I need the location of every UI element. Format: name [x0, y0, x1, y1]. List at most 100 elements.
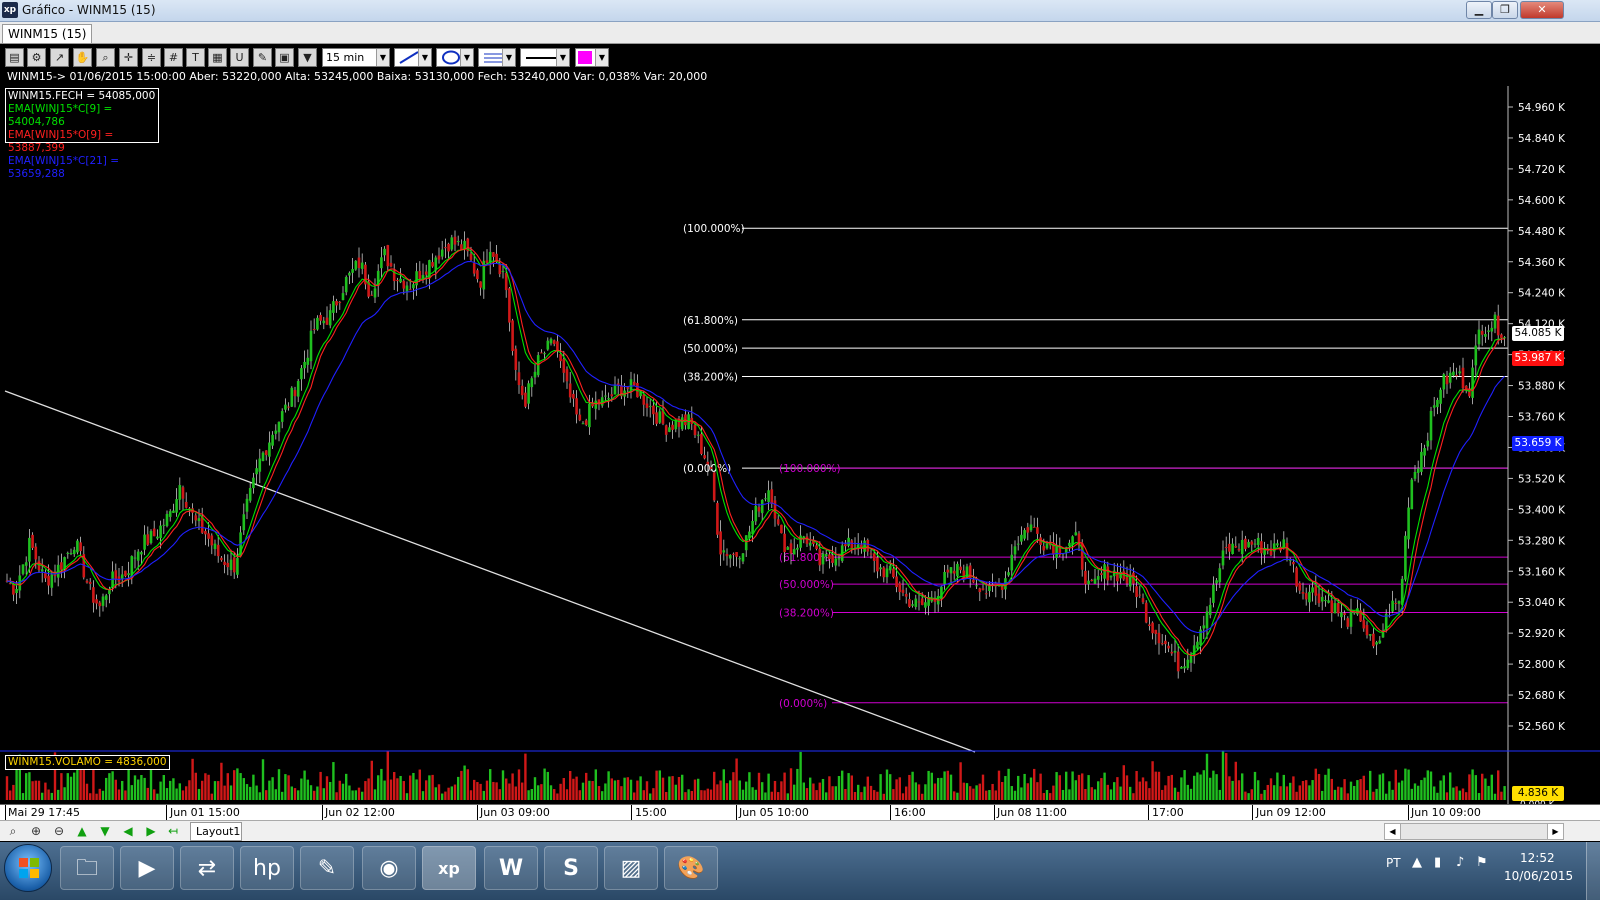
arrow-back-icon[interactable]: ↤	[164, 823, 182, 840]
gear-icon[interactable]: ⚙	[27, 48, 46, 67]
volume-bar	[959, 762, 962, 800]
volume-bar	[1317, 774, 1321, 800]
candle-body	[418, 270, 422, 279]
chrome-icon[interactable]: ◉	[362, 846, 416, 890]
close-button[interactable]: ✕	[1520, 1, 1564, 19]
volume-bar	[188, 780, 191, 800]
volume-bar	[1266, 784, 1269, 800]
candle-body	[140, 552, 143, 555]
layout-tab[interactable]: Layout1	[190, 822, 242, 841]
volume-bar	[1228, 776, 1231, 800]
horizontal-scrollbar[interactable]: ◀ ▶	[1384, 823, 1564, 840]
explorer-icon[interactable]: 🗀	[60, 846, 114, 890]
tray-expand-icon[interactable]: ▲	[1412, 855, 1422, 870]
volume-bar	[213, 781, 217, 800]
zoom-out-icon[interactable]: ⊖	[50, 823, 68, 840]
clock-date[interactable]: 10/06/2015	[1504, 869, 1573, 883]
volume-bar	[501, 770, 505, 800]
start-button[interactable]	[4, 844, 52, 892]
zoom-icon[interactable]: ⌕	[96, 48, 115, 67]
volume-bar	[725, 783, 729, 800]
price-chart[interactable]: (100.000%) (61.800%) (50.000%) (38.200%) (0.…	[0, 86, 1600, 804]
candle-body	[1346, 618, 1350, 627]
hand-icon[interactable]: ✋	[73, 48, 92, 67]
indicator-legend[interactable]: WINM15.FECH = 54085,000 EMA[WINJ15*C[9] …	[5, 88, 159, 180]
candle-body	[114, 570, 118, 580]
volume-bar	[1122, 765, 1125, 800]
candle-body	[1324, 600, 1327, 602]
candle-body	[565, 369, 569, 382]
legend-item-close: WINM15.FECH = 54085,000	[8, 90, 156, 103]
volume-icon[interactable]: ♪	[1456, 855, 1464, 870]
candle-body	[277, 421, 281, 433]
shape-tool-select[interactable]: ▼	[436, 48, 474, 67]
signal-icon[interactable]: ▮	[1434, 855, 1441, 870]
price-tick-label: 52.920 K	[1518, 628, 1566, 640]
show-desktop-button[interactable]	[1586, 842, 1600, 900]
timeframe-select[interactable]: 15 min ▼	[322, 48, 390, 67]
brush-icon[interactable]: ✎	[253, 48, 272, 67]
volume-bar	[1260, 793, 1263, 800]
draw-icon[interactable]: ↗	[50, 48, 69, 67]
volume-bar	[1039, 773, 1042, 800]
media-icon[interactable]: ▶	[120, 846, 174, 890]
candle-body	[47, 575, 50, 586]
line-width-select[interactable]: ▼	[520, 48, 570, 67]
arrow-right-icon[interactable]: ▶	[142, 823, 160, 840]
volume-bar	[911, 771, 914, 800]
maximize-button[interactable]: ❐	[1492, 1, 1518, 19]
arrow-down-icon[interactable]: ▼	[96, 823, 114, 840]
volume-bar	[460, 770, 463, 800]
fib-white-level-label: (38.200%)	[683, 372, 738, 384]
notes-icon[interactable]: ✎	[300, 846, 354, 890]
candle-body	[162, 524, 166, 526]
grid-icon[interactable]: #	[164, 48, 183, 67]
clock-time[interactable]: 12:52	[1520, 851, 1555, 865]
network-icon[interactable]: ⇄	[180, 846, 234, 890]
chart-icon[interactable]: ▤	[5, 48, 24, 67]
volume-bar	[786, 793, 789, 800]
volume-bar	[1477, 793, 1481, 800]
volume-bar	[617, 779, 620, 800]
calc-icon[interactable]: ▦	[208, 48, 227, 67]
lock-icon[interactable]: ▣	[275, 48, 294, 67]
time-axis[interactable]: Mai 29 17:45 Jun 01 15:00 Jun 02 12:00 J…	[0, 804, 1600, 821]
word-icon[interactable]: W	[484, 846, 538, 890]
candle-body	[671, 424, 674, 430]
candle-body	[776, 519, 780, 525]
crosshair-icon[interactable]: ✛	[119, 48, 138, 67]
volume-bar	[169, 780, 172, 800]
line-style-select[interactable]: ▼	[478, 48, 516, 67]
scroll-left-icon[interactable]: ◀	[1385, 824, 1401, 839]
zoom-icon[interactable]: ⌕	[4, 823, 22, 840]
tab-winm15[interactable]: WINM15 (15)	[2, 24, 93, 43]
skype-icon[interactable]: S	[544, 846, 598, 890]
zoom-in-icon[interactable]: ⊕	[27, 823, 45, 840]
volume-bar	[1129, 786, 1132, 800]
hp-icon[interactable]: hp	[240, 846, 294, 890]
volume-bar	[297, 790, 300, 800]
line-tool-select[interactable]: ▼	[394, 48, 432, 67]
minimize-button[interactable]: ▁	[1466, 1, 1492, 19]
color-select[interactable]: ▼	[575, 48, 609, 67]
candle-body	[1260, 541, 1263, 554]
photos-icon[interactable]: ▨	[604, 846, 658, 890]
candle-body	[562, 359, 566, 373]
arrow-left-icon[interactable]: ◀	[119, 823, 137, 840]
volume-bar	[178, 783, 181, 800]
hlines-icon[interactable]: ≑	[142, 48, 161, 67]
xp-icon[interactable]: xp	[422, 846, 476, 890]
magnet-icon[interactable]: U	[230, 48, 249, 67]
volume-bar	[1215, 774, 1218, 800]
flag-tray-icon[interactable]: ⚑	[1476, 855, 1488, 870]
arrow-up-icon[interactable]: ▲	[73, 823, 91, 840]
language-indicator[interactable]: PT	[1386, 856, 1401, 870]
filter-icon[interactable]: ▼	[298, 48, 317, 67]
line-width-icon	[526, 57, 556, 59]
candle-body	[1276, 543, 1279, 546]
volume-bar	[898, 777, 901, 800]
candle-body	[972, 579, 975, 583]
paint-icon[interactable]: 🎨	[664, 846, 718, 890]
text-icon[interactable]: T	[186, 48, 205, 67]
scroll-right-icon[interactable]: ▶	[1547, 824, 1563, 839]
